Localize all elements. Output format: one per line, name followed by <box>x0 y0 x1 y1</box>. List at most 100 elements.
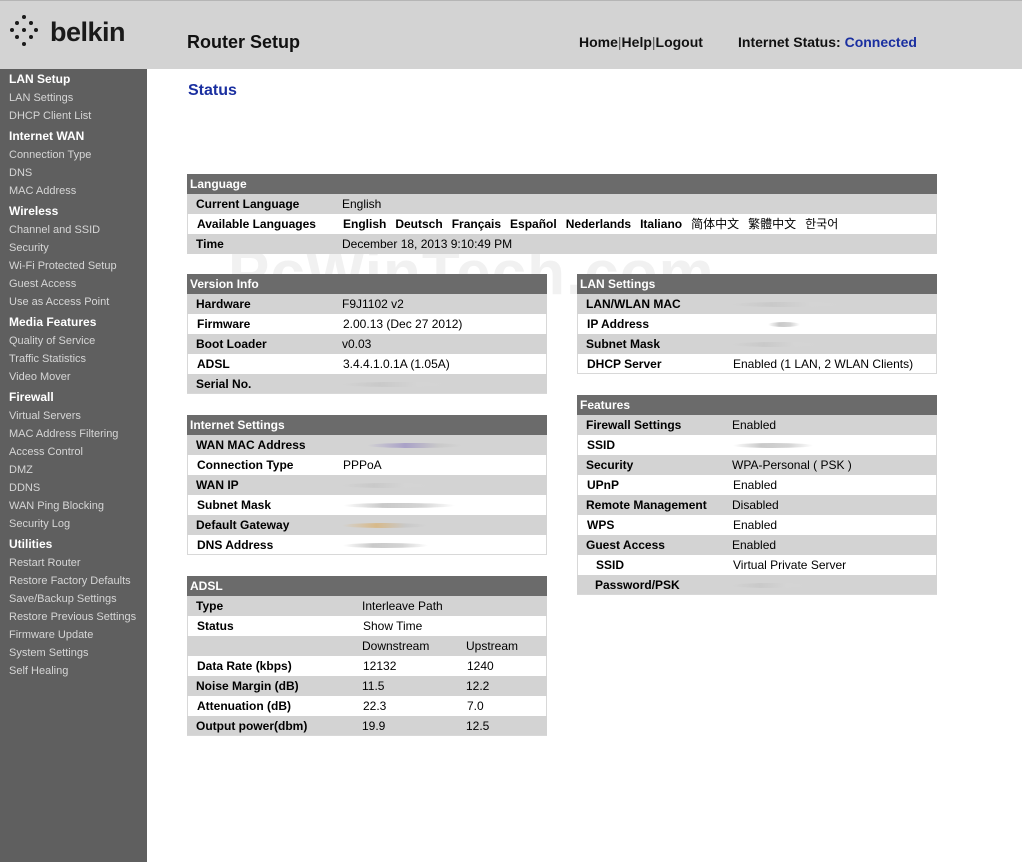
language-link[interactable]: 繁體中文 <box>748 217 796 231</box>
table-row: IP Address <box>577 314 937 334</box>
table-row: Security WPA-Personal ( PSK ) <box>577 455 937 475</box>
version-info-header: Version Info <box>187 274 547 294</box>
language-link[interactable]: English <box>343 217 386 231</box>
table-row: Time December 18, 2013 9:10:49 PM <box>187 234 937 254</box>
sidebar-item[interactable]: Save/Backup Settings <box>9 593 117 605</box>
row-value: 3.4.4.1.0.1A (1.05A) <box>343 357 450 371</box>
row-label: Attenuation (dB) <box>197 699 291 713</box>
version-info-table: Version Info Hardware F9J1102 v2 Firmware 2… <box>187 274 547 394</box>
downstream-header: Downstream <box>362 639 430 653</box>
sidebar-item[interactable]: Restore Factory Defaults <box>9 575 131 587</box>
table-row: Serial No. <box>187 374 547 394</box>
redacted-value <box>343 503 455 508</box>
adsl-table: ADSL Type Interleave Path Status Show Ti… <box>187 576 547 736</box>
sidebar-item[interactable]: MAC Address Filtering <box>9 428 118 440</box>
row-value: Virtual Private Server <box>733 558 847 572</box>
table-row: LAN/WLAN MAC <box>577 294 937 314</box>
help-link[interactable]: Help <box>622 34 652 50</box>
sidebar-item[interactable]: Firmware Update <box>9 629 93 641</box>
internet-status-value: Connected <box>844 34 917 50</box>
table-row: Status Show Time <box>187 616 547 636</box>
home-link[interactable]: Home <box>579 34 618 50</box>
adsl-type-label: Type <box>196 599 224 613</box>
internet-settings-table: Internet Settings WAN MAC Address Connect… <box>187 415 547 555</box>
belkin-wordmark: belkin <box>50 17 126 47</box>
sidebar-item[interactable]: Use as Access Point <box>9 296 109 308</box>
language-link[interactable]: Italiano <box>640 217 682 231</box>
table-row: Output power(dbm) 19.9 12.5 <box>187 716 547 736</box>
sidebar-item[interactable]: WAN Ping Blocking <box>9 500 104 512</box>
redacted-value <box>342 523 427 528</box>
language-link[interactable]: 한국어 <box>805 217 838 231</box>
table-row: Boot Loader v0.03 <box>187 334 547 354</box>
sidebar-nav: LAN Setup LAN Settings DHCP Client List Int… <box>0 69 147 862</box>
sidebar-section-title: Utilities <box>9 537 53 551</box>
sidebar-section-title: Wireless <box>9 204 59 218</box>
table-row: WPS Enabled <box>577 515 937 535</box>
router-setup-title: Router Setup <box>187 32 301 52</box>
table-row: Firewall Settings Enabled <box>577 415 937 435</box>
sidebar-section-title: Firewall <box>9 390 54 404</box>
sidebar-item[interactable]: MAC Address <box>9 185 76 197</box>
sidebar-item[interactable]: Security <box>9 242 49 254</box>
row-value: PPPoA <box>343 458 382 472</box>
sidebar-section-title: Internet WAN <box>9 129 85 143</box>
sidebar-item[interactable]: Self Healing <box>9 665 68 677</box>
sidebar-item[interactable]: Traffic Statistics <box>9 353 86 365</box>
sidebar-item[interactable]: Guest Access <box>9 278 76 290</box>
row-label: WAN MAC Address <box>196 438 306 452</box>
sidebar-item[interactable]: DNS <box>9 167 32 179</box>
internet-status-label: Internet Status: <box>738 34 841 50</box>
row-label: Noise Margin (dB) <box>196 679 299 693</box>
page-title: Status <box>188 82 237 99</box>
sidebar-item[interactable]: LAN Settings <box>9 92 73 104</box>
row-label: SSID <box>587 438 616 452</box>
sidebar-item[interactable]: Connection Type <box>9 149 91 161</box>
row-label: SSID <box>596 558 625 572</box>
table-row: SSID <box>577 435 937 455</box>
redacted-value <box>733 443 813 448</box>
redacted-value <box>732 302 845 307</box>
language-link[interactable]: Español <box>510 217 557 231</box>
language-link[interactable]: Français <box>452 217 501 231</box>
sidebar-item[interactable]: System Settings <box>9 647 88 659</box>
language-link[interactable]: Deutsch <box>395 217 442 231</box>
table-row: DHCP Server Enabled (1 LAN, 2 WLAN Client… <box>577 354 937 374</box>
row-label: Remote Management <box>586 498 707 512</box>
table-row: Subnet Mask <box>187 495 547 515</box>
row-label: Subnet Mask <box>197 498 272 512</box>
row-value: Enabled <box>732 538 777 552</box>
row-label: Serial No. <box>196 377 252 391</box>
sidebar-item[interactable]: Security Log <box>9 518 70 530</box>
language-link[interactable]: Nederlands <box>566 217 631 231</box>
sidebar-item[interactable]: Access Control <box>9 446 83 458</box>
sidebar-item[interactable]: Wi-Fi Protected Setup <box>9 260 117 272</box>
redacted-value <box>342 483 432 488</box>
belkin-dots-icon <box>10 15 44 51</box>
table-row: Firmware 2.00.13 (Dec 27 2012) <box>187 314 547 334</box>
sidebar-item[interactable]: DHCP Client List <box>9 110 91 122</box>
sidebar-item[interactable]: DMZ <box>9 464 33 476</box>
redacted-value <box>732 342 822 347</box>
adsl-status-value: Show Time <box>363 619 423 633</box>
sidebar-item[interactable]: Quality of Service <box>9 335 95 347</box>
sidebar-item[interactable]: Virtual Servers <box>9 410 81 422</box>
sidebar-section-title: Media Features <box>9 315 97 329</box>
row-label: Output power(dbm) <box>196 719 308 733</box>
sidebar-item[interactable]: Video Mover <box>9 371 71 383</box>
table-row: Default Gateway <box>187 515 547 535</box>
table-row: Type Interleave Path <box>187 596 547 616</box>
row-label: Hardware <box>196 297 251 311</box>
table-row: WAN IP <box>187 475 547 495</box>
language-link[interactable]: 简体中文 <box>691 217 739 231</box>
sidebar-item[interactable]: DDNS <box>9 482 40 494</box>
row-label: Firewall Settings <box>586 418 682 432</box>
logout-link[interactable]: Logout <box>656 34 703 50</box>
sidebar-item[interactable]: Restart Router <box>9 557 81 569</box>
table-row: DNS Address <box>187 535 547 555</box>
table-row: Hardware F9J1102 v2 <box>187 294 547 314</box>
sidebar-item[interactable]: Channel and SSID <box>9 224 100 236</box>
sidebar-item[interactable]: Restore Previous Settings <box>9 611 136 623</box>
belkin-logo[interactable]: belkin <box>10 15 140 53</box>
available-languages-label: Available Languages <box>197 217 316 231</box>
